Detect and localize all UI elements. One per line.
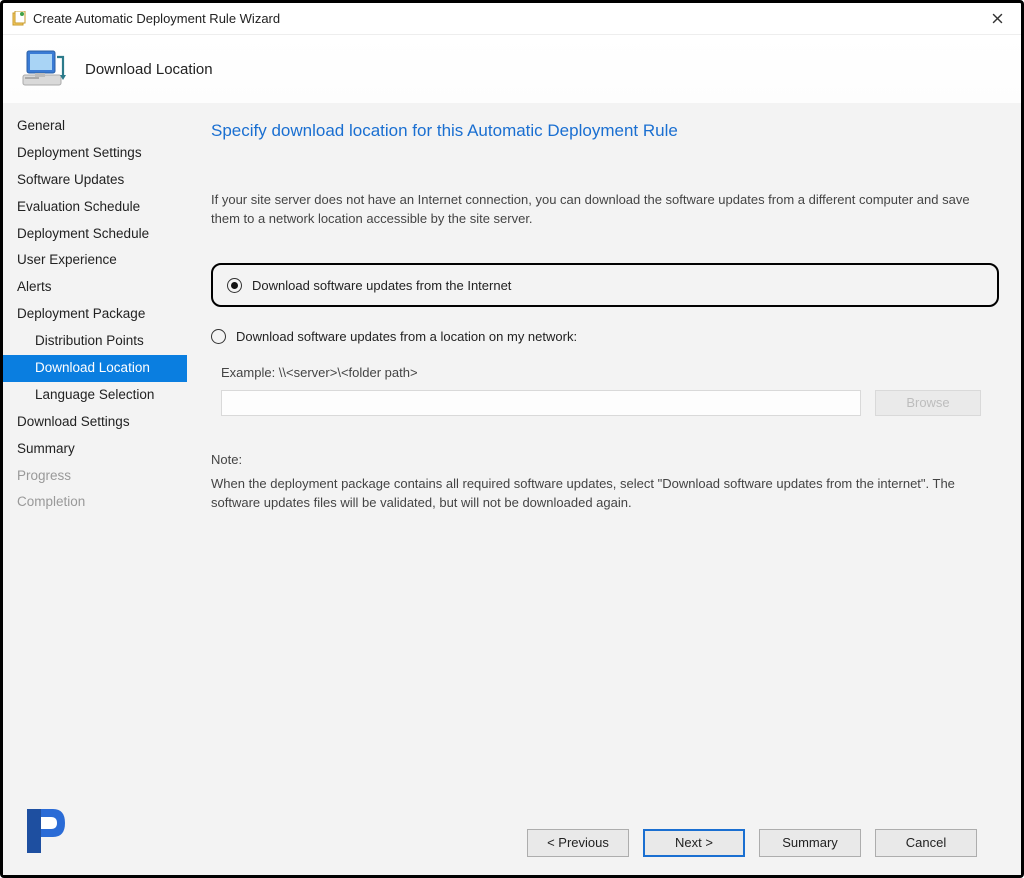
summary-button[interactable]: Summary [759, 829, 861, 857]
network-path-row: Browse [211, 390, 999, 416]
example-label: Example: \\<server>\<folder path> [211, 365, 999, 380]
radio-icon [227, 278, 242, 293]
window-title: Create Automatic Deployment Rule Wizard [33, 11, 977, 26]
sidebar-item-summary[interactable]: Summary [3, 436, 187, 463]
radio-internet-label: Download software updates from the Inter… [252, 278, 511, 293]
brand-logo [17, 803, 73, 859]
sidebar-item-completion: Completion [3, 489, 187, 516]
wizard-icon [11, 11, 27, 27]
sidebar-item-progress: Progress [3, 463, 187, 490]
content-pane: Specify download location for this Autom… [187, 103, 1021, 875]
sidebar-item-download-location[interactable]: Download Location [3, 355, 187, 382]
wizard-window: Create Automatic Deployment Rule Wizard … [0, 0, 1024, 878]
header-title: Download Location [85, 61, 213, 78]
radio-internet-highlight: Download software updates from the Inter… [211, 263, 999, 307]
radio-network-label: Download software updates from a locatio… [236, 329, 577, 344]
note-heading: Note: [211, 452, 999, 467]
browse-button: Browse [875, 390, 981, 416]
sidebar-item-deployment-settings[interactable]: Deployment Settings [3, 140, 187, 167]
next-button[interactable]: Next > [643, 829, 745, 857]
radio-icon [211, 329, 226, 344]
sidebar-item-download-settings[interactable]: Download Settings [3, 409, 187, 436]
main-area: General Deployment Settings Software Upd… [3, 103, 1021, 875]
note-body: When the deployment package contains all… [211, 475, 999, 513]
wizard-sidebar: General Deployment Settings Software Upd… [3, 103, 187, 875]
radio-download-internet[interactable]: Download software updates from the Inter… [227, 278, 511, 293]
page-heading: Specify download location for this Autom… [211, 121, 999, 141]
previous-button[interactable]: < Previous [527, 829, 629, 857]
close-button[interactable] [977, 5, 1017, 33]
wizard-footer: < Previous Next > Summary Cancel [211, 815, 999, 875]
intro-text: If your site server does not have an Int… [211, 191, 999, 229]
header-strip: Download Location [3, 35, 1021, 103]
sidebar-item-user-experience[interactable]: User Experience [3, 247, 187, 274]
sidebar-item-software-updates[interactable]: Software Updates [3, 167, 187, 194]
sidebar-item-general[interactable]: General [3, 113, 187, 140]
sidebar-item-alerts[interactable]: Alerts [3, 274, 187, 301]
radio-download-network[interactable]: Download software updates from a locatio… [211, 329, 577, 344]
network-path-input [221, 390, 861, 416]
sidebar-item-evaluation-schedule[interactable]: Evaluation Schedule [3, 194, 187, 221]
sidebar-item-deployment-schedule[interactable]: Deployment Schedule [3, 221, 187, 248]
titlebar: Create Automatic Deployment Rule Wizard [3, 3, 1021, 35]
computer-icon [19, 45, 67, 93]
sidebar-item-distribution-points[interactable]: Distribution Points [3, 328, 187, 355]
sidebar-item-language-selection[interactable]: Language Selection [3, 382, 187, 409]
sidebar-item-deployment-package[interactable]: Deployment Package [3, 301, 187, 328]
cancel-button[interactable]: Cancel [875, 829, 977, 857]
